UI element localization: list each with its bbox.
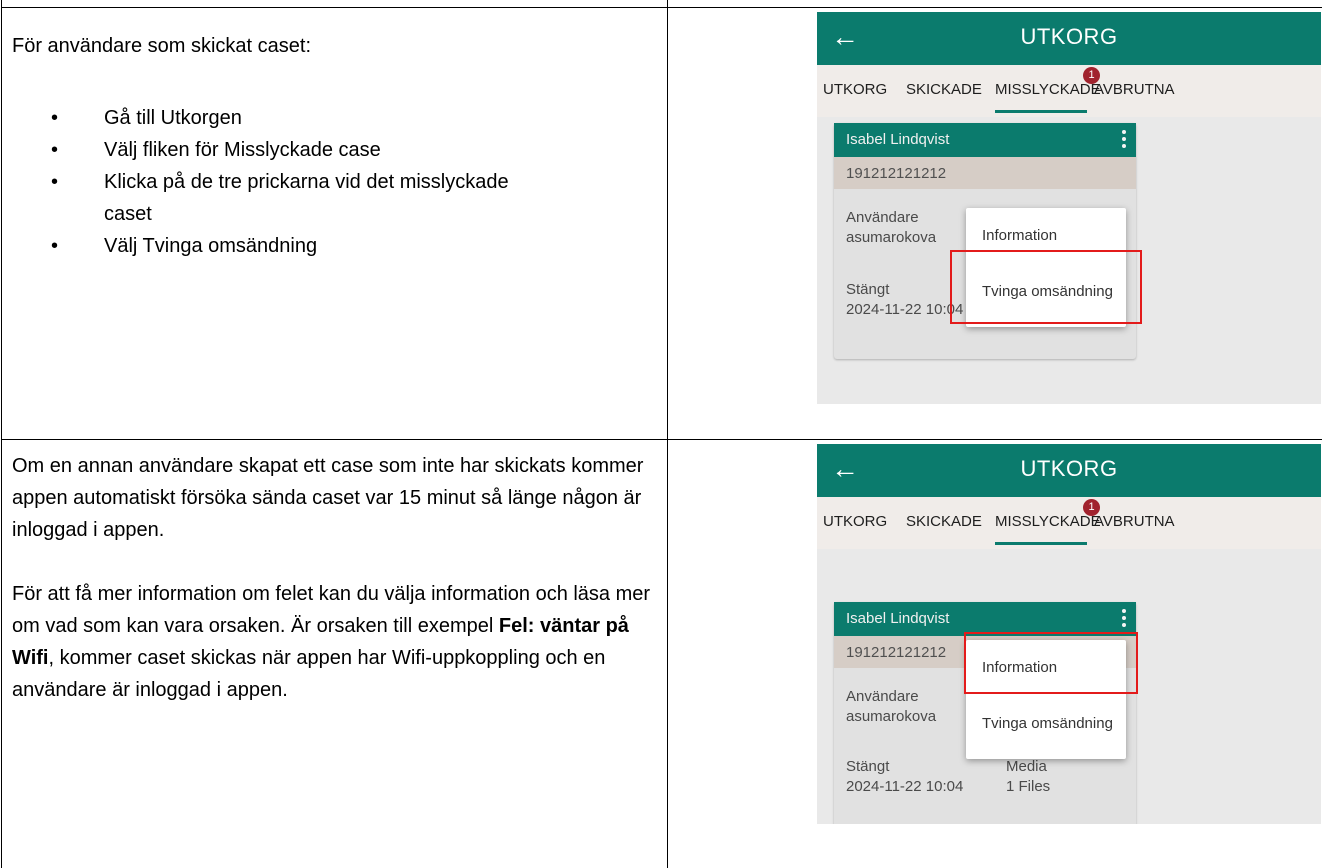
case-id-row: 191212121212 <box>834 157 1136 189</box>
media-label: Media <box>1006 758 1047 775</box>
tab-bar: UTKORG SKICKADE MISSLYCKADE AVBRUTNA 1 <box>817 497 1321 549</box>
failed-count-badge: 1 <box>1083 499 1100 516</box>
bullet-item: Gå till Utkorgen <box>51 102 662 134</box>
para-text: , kommer caset skickas när appen har Wif… <box>12 647 606 701</box>
closed-label: Stängt <box>846 758 890 775</box>
tab-skickade[interactable]: SKICKADE <box>906 81 982 98</box>
closed-label: Stängt <box>846 281 890 298</box>
tab-avbrutna[interactable]: AVBRUTNA <box>1094 513 1175 530</box>
user-label: Användare <box>846 209 919 226</box>
closed-value: 2024-11-22 10:04 <box>846 301 964 318</box>
user-value: asumarokova <box>846 229 937 246</box>
row2-paragraph-information: För att få mer information om felet kan … <box>12 578 662 706</box>
highlight-information <box>964 632 1138 694</box>
active-tab-indicator <box>995 542 1087 545</box>
bullet-item: Klicka på de tre prickarna vid det missl… <box>51 166 524 230</box>
tab-skickade[interactable]: SKICKADE <box>906 513 982 530</box>
app-title: UTKORG <box>1020 24 1118 49</box>
row1-text-cell: För användare som skickat caset: Gå till… <box>12 30 662 262</box>
app-screenshot-force-resend: ← UTKORG UTKORG SKICKADE MISSLYCKADE AVB… <box>817 12 1321 404</box>
tab-utkorg[interactable]: UTKORG <box>823 81 887 98</box>
more-vert-icon[interactable] <box>1121 609 1127 629</box>
active-tab-indicator <box>995 110 1087 113</box>
table-row-divider <box>1 439 1322 440</box>
row1-heading: För användare som skickat caset: <box>12 35 312 57</box>
tab-misslyckade[interactable]: MISSLYCKADE <box>995 81 1101 98</box>
row2-text-cell: Om en annan användare skapat ett case so… <box>12 450 662 706</box>
row2-paragraph-auto-send: Om en annan användare skapat ett case so… <box>12 455 644 541</box>
user-value: asumarokova <box>846 708 937 725</box>
table-column-divider <box>667 0 668 868</box>
more-vert-icon[interactable] <box>1121 130 1127 150</box>
table-left-border <box>1 0 2 868</box>
highlight-force-resend <box>950 250 1142 324</box>
user-label: Användare <box>846 688 919 705</box>
tab-bar: UTKORG SKICKADE MISSLYCKADE AVBRUTNA 1 <box>817 65 1321 117</box>
table-top-border <box>1 7 1322 8</box>
tab-avbrutna[interactable]: AVBRUTNA <box>1094 81 1175 98</box>
tab-misslyckade[interactable]: MISSLYCKADE <box>995 513 1101 530</box>
failed-count-badge: 1 <box>1083 67 1100 84</box>
case-card-header: Isabel Lindqvist <box>834 602 1136 636</box>
bullet-item: Välj fliken för Misslyckade case <box>51 134 662 166</box>
media-value: 1 Files <box>1006 778 1051 795</box>
row1-bullet-list: Gå till Utkorgen Välj fliken för Misslyc… <box>12 102 662 262</box>
case-name: Isabel Lindqvist <box>846 610 950 627</box>
menu-item-information[interactable]: Information <box>982 227 1057 244</box>
tab-utkorg[interactable]: UTKORG <box>823 513 887 530</box>
bullet-item: Välj Tvinga omsändning <box>51 230 662 262</box>
case-name: Isabel Lindqvist <box>846 131 950 148</box>
case-id: 191212121212 <box>846 644 947 661</box>
app-title: UTKORG <box>1020 456 1118 481</box>
case-card-header: Isabel Lindqvist <box>834 123 1136 157</box>
app-screenshot-information: ← UTKORG UTKORG SKICKADE MISSLYCKADE AVB… <box>817 444 1321 824</box>
closed-value: 2024-11-22 10:04 <box>846 778 964 795</box>
menu-item-force-resend[interactable]: Tvinga omsändning <box>982 715 1113 732</box>
case-id: 191212121212 <box>846 165 947 182</box>
